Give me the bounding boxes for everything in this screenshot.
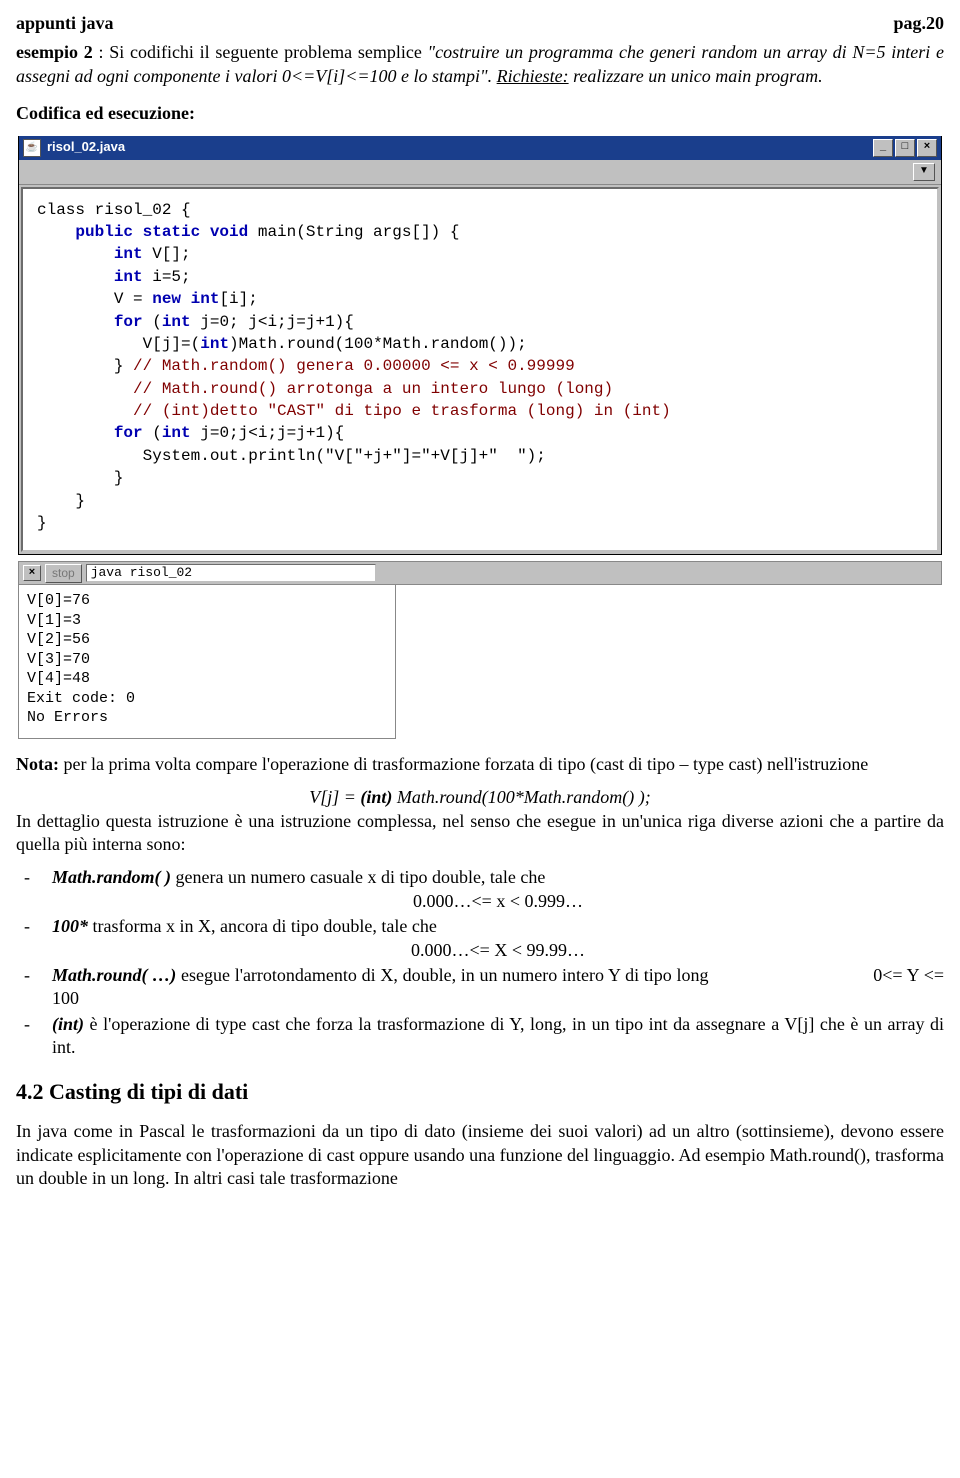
li4-rest: è l'operazione di type cast che forza la…	[52, 1014, 944, 1057]
li4-bold: (int)	[52, 1014, 84, 1034]
intro-richieste-label: Richieste:	[497, 66, 569, 86]
page-header: appunti java pag.20	[16, 12, 944, 35]
output-close-button[interactable]: ×	[23, 565, 41, 581]
nota-label: Nota:	[16, 754, 59, 774]
output-line: V[4]=48	[27, 670, 90, 687]
output-window: × stop java risol_02 V[0]=76 V[1]=3 V[2]…	[18, 561, 942, 739]
bullet-dash: -	[16, 964, 52, 1011]
intro-colon: : Si codifichi il seguente problema semp…	[98, 42, 427, 62]
nota-paragraph-2: In dettaglio questa istruzione è una ist…	[16, 810, 944, 857]
output-line: No Errors	[27, 709, 108, 726]
intro-lead: esempio 2	[16, 42, 98, 62]
intro-richieste-rest: realizzare un unico main program.	[569, 66, 823, 86]
list-item: - (int) è l'operazione di type cast che …	[16, 1013, 944, 1060]
output-line: Exit code: 0	[27, 690, 135, 707]
code-editor[interactable]: class risol_02 { public static void main…	[21, 187, 939, 553]
output-line: V[2]=56	[27, 631, 90, 648]
output-console: V[0]=76 V[1]=3 V[2]=56 V[3]=70 V[4]=48 E…	[18, 585, 396, 739]
list-item: - 100* trasforma x in X, ancora di tipo …	[16, 915, 944, 962]
editor-toolbar: ▼	[19, 160, 941, 185]
nota-rest1: per la prima volta compare l'operazione …	[59, 754, 868, 774]
li1-rest: genera un numero casuale x di tipo doubl…	[171, 867, 545, 887]
output-line: V[0]=76	[27, 592, 90, 609]
output-line: V[1]=3	[27, 612, 81, 629]
formula-post: Math.round(100*Math.random() );	[392, 787, 650, 807]
section-heading: 4.2 Casting di tipi di dati	[16, 1078, 944, 1107]
formula-cast: (int)	[360, 787, 392, 807]
header-right: pag.20	[893, 12, 944, 35]
nota-paragraph-1: Nota: per la prima volta compare l'opera…	[16, 753, 944, 776]
nota-formula: V[j] = (int) Math.round(100*Math.random(…	[16, 786, 944, 809]
editor-title: risol_02.java	[47, 139, 873, 156]
codifica-heading: Codifica ed esecuzione:	[16, 102, 944, 125]
list-item: - Math.random( ) genera un numero casual…	[16, 866, 944, 913]
li2-bold: 100*	[52, 916, 88, 936]
bullet-dash: -	[16, 866, 52, 913]
list-item: - Math.round( …) esegue l'arrotondamento…	[16, 964, 944, 1011]
output-stop-button[interactable]: stop	[45, 564, 82, 584]
bullet-dash: -	[16, 915, 52, 962]
output-line: V[3]=70	[27, 651, 90, 668]
li1-range: 0.000…<= x < 0.999…	[52, 890, 944, 913]
output-command-field[interactable]: java risol_02	[86, 564, 376, 582]
java-file-icon: ☕	[23, 139, 41, 157]
editor-titlebar: ☕ risol_02.java _ □ ×	[19, 136, 941, 160]
close-button[interactable]: ×	[917, 139, 937, 157]
minimize-button[interactable]: _	[873, 139, 893, 157]
intro-paragraph: esempio 2 : Si codifichi il seguente pro…	[16, 41, 944, 88]
dropdown-toggle[interactable]: ▼	[913, 163, 935, 181]
formula-pre: V[j] =	[309, 787, 360, 807]
li3-rest-a: esegue l'arrotondamento di X, double, in…	[176, 965, 708, 985]
li2-rest: trasforma x in X, ancora di tipo double,…	[88, 916, 437, 936]
explanation-list: - Math.random( ) genera un numero casual…	[16, 866, 944, 1059]
last-paragraph: In java come in Pascal le trasformazioni…	[16, 1120, 944, 1190]
li1-bold: Math.random( )	[52, 867, 171, 887]
bullet-dash: -	[16, 1013, 52, 1060]
li3-bold: Math.round( …)	[52, 965, 176, 985]
editor-window: ☕ risol_02.java _ □ × ▼ class risol_02 {…	[18, 136, 942, 556]
header-left: appunti java	[16, 12, 114, 35]
li2-range: 0.000…<= X < 99.99…	[52, 939, 944, 962]
output-toolbar: × stop java risol_02	[18, 561, 942, 585]
maximize-button[interactable]: □	[895, 139, 915, 157]
